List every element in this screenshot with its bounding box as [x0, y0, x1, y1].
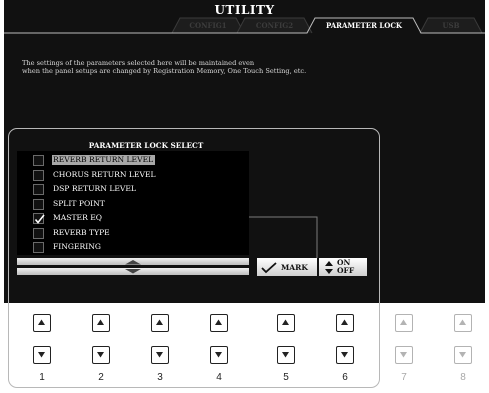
up-arrow-icon: [38, 319, 45, 325]
down-arrow-icon: [156, 352, 163, 358]
down-arrow-icon: [459, 352, 466, 358]
up-button-8[interactable]: [454, 314, 472, 332]
tab-parameter-lock[interactable]: PARAMETER LOCK: [315, 18, 413, 33]
up-button-7[interactable]: [395, 314, 413, 332]
down-button-6[interactable]: [336, 346, 354, 364]
button-number-6: 6: [342, 372, 348, 383]
up-arrow-icon: [459, 319, 466, 325]
down-button-8[interactable]: [454, 346, 472, 364]
button-number-2: 2: [98, 372, 104, 383]
button-number-1: 1: [39, 372, 45, 383]
up-arrow-icon: [400, 319, 407, 325]
tab-usb[interactable]: USB: [428, 18, 474, 33]
down-arrow-icon: [97, 352, 104, 358]
down-arrow-icon: [341, 352, 348, 358]
down-button-2[interactable]: [92, 346, 110, 364]
down-arrow-icon: [215, 352, 222, 358]
down-arrow-icon: [38, 352, 45, 358]
up-button-4[interactable]: [210, 314, 228, 332]
description-text: The settings of the parameters selected …: [22, 59, 472, 75]
button-number-8: 8: [460, 372, 466, 383]
down-button-3[interactable]: [151, 346, 169, 364]
button-number-7: 7: [401, 372, 407, 383]
down-button-7[interactable]: [395, 346, 413, 364]
button-number-3: 3: [157, 372, 163, 383]
button-number-5: 5: [283, 372, 289, 383]
up-arrow-icon: [156, 319, 163, 325]
tab-bar: UTILITY CONFIG1 CONFIG2 PARAMETER LOCK U…: [4, 0, 485, 34]
tab-config2[interactable]: CONFIG2: [245, 18, 304, 33]
description-line-1: The settings of the parameters selected …: [22, 59, 255, 67]
up-arrow-icon: [341, 319, 348, 325]
down-button-4[interactable]: [210, 346, 228, 364]
up-button-5[interactable]: [277, 314, 295, 332]
screen-title: UTILITY: [214, 3, 275, 17]
down-arrow-icon: [282, 352, 289, 358]
down-arrow-icon: [400, 352, 407, 358]
tab-config1[interactable]: CONFIG1: [180, 18, 236, 33]
highlight-frame: [8, 128, 380, 388]
up-button-2[interactable]: [92, 314, 110, 332]
up-button-1[interactable]: [33, 314, 51, 332]
down-button-5[interactable]: [277, 346, 295, 364]
up-button-6[interactable]: [336, 314, 354, 332]
up-button-3[interactable]: [151, 314, 169, 332]
down-button-1[interactable]: [33, 346, 51, 364]
button-number-4: 4: [216, 372, 222, 383]
up-arrow-icon: [282, 319, 289, 325]
up-arrow-icon: [215, 319, 222, 325]
up-arrow-icon: [97, 319, 104, 325]
description-line-2: when the panel setups are changed by Reg…: [22, 67, 307, 75]
